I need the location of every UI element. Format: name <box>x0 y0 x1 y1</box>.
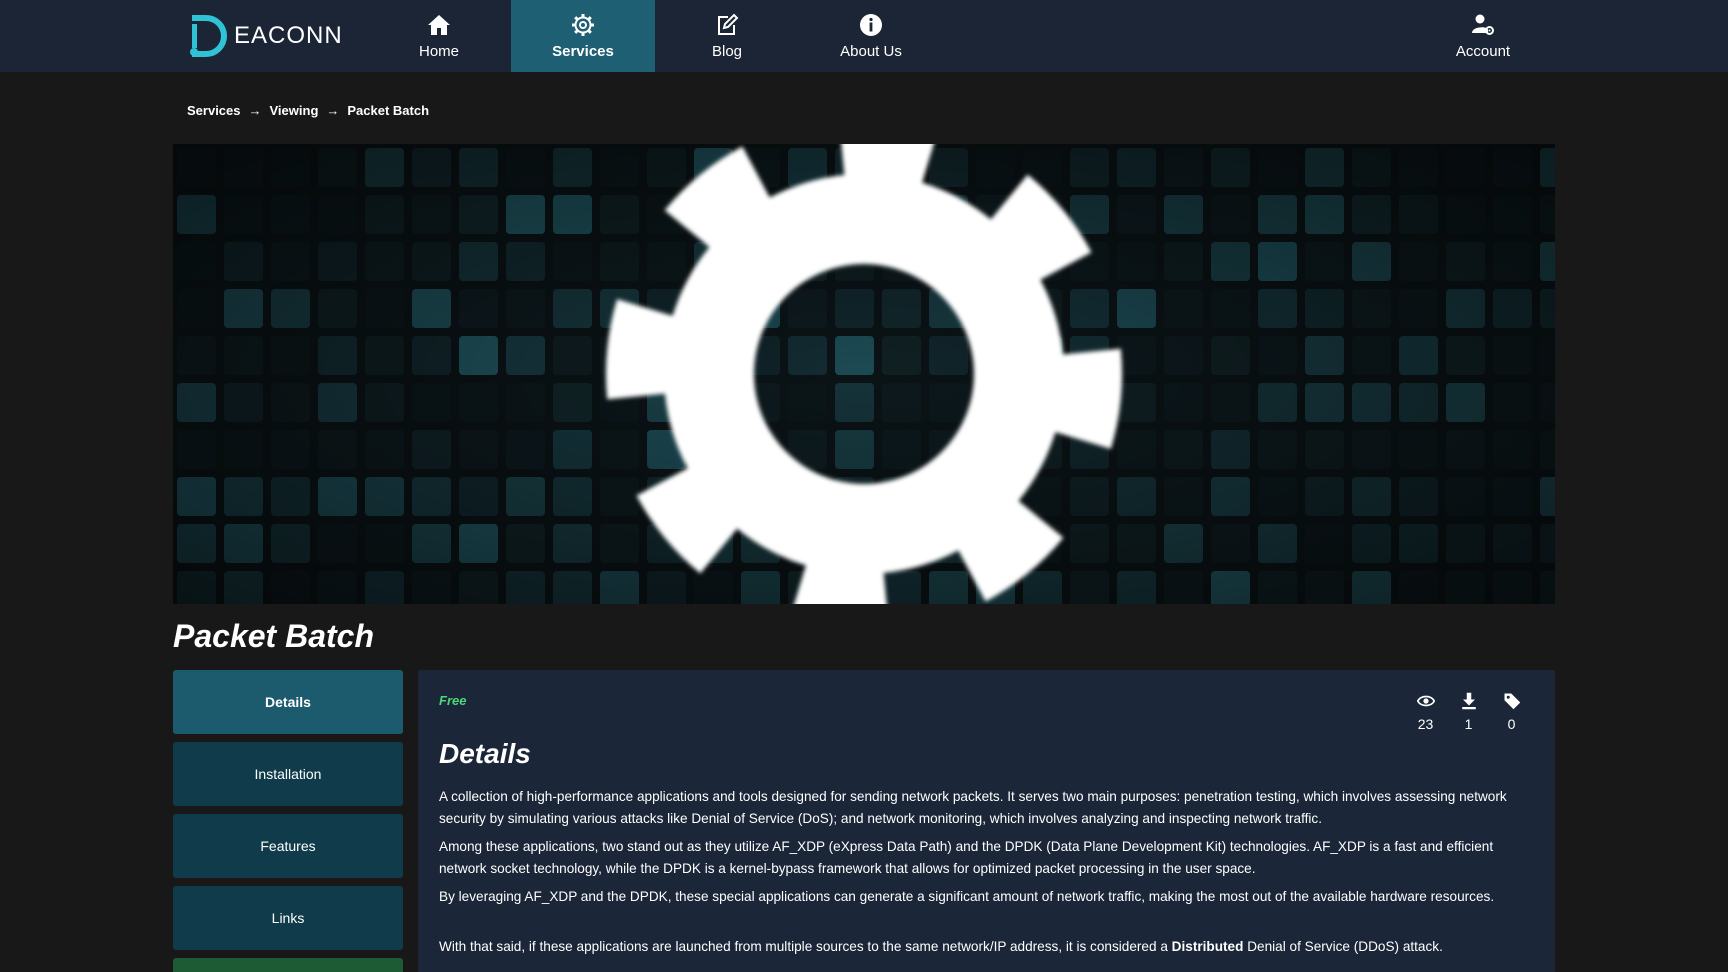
sidebar-links-button[interactable]: Links <box>173 886 403 950</box>
nav-account[interactable]: Account <box>1411 0 1555 72</box>
price-badge: Free <box>439 693 467 708</box>
logo-text: EACONN <box>234 22 343 49</box>
para4-after: Denial of Service (DDoS) attack. <box>1243 939 1443 954</box>
nav-account-label: Account <box>1455 42 1511 60</box>
nav-blog-label: Blog <box>711 42 743 60</box>
sidebar-download-button[interactable] <box>173 958 403 972</box>
views-count: 23 <box>1417 716 1434 732</box>
nav-home[interactable]: Home <box>367 0 511 72</box>
logo-icon <box>190 15 227 57</box>
top-navbar: EACONN Home Services Blog About Us Accou… <box>0 0 1728 72</box>
download-icon <box>1461 692 1476 710</box>
breadcrumb-separator: → <box>248 103 262 118</box>
nav-about[interactable]: About Us <box>799 0 943 72</box>
downloads-stat: 1 <box>1447 692 1490 732</box>
breadcrumb-viewing[interactable]: Viewing <box>270 103 319 118</box>
hero-gear-image <box>173 144 1555 604</box>
tag-icon <box>1504 693 1520 710</box>
downloads-count: 1 <box>1464 716 1473 732</box>
details-paragraph-2: Among these applications, two stand out … <box>439 839 1494 876</box>
page-title: Packet Batch <box>173 618 374 654</box>
nav-about-label: About Us <box>840 42 902 60</box>
nav-services-label: Services <box>552 42 614 60</box>
breadcrumb-services[interactable]: Services <box>187 103 241 118</box>
breadcrumb-separator: → <box>326 103 340 118</box>
hero-banner <box>173 144 1555 604</box>
views-stat: 23 <box>1404 692 1447 732</box>
details-paragraph-1: A collection of high-performance applica… <box>439 789 1507 826</box>
details-heading: Details <box>439 738 531 769</box>
breadcrumb-current: Packet Batch <box>347 103 430 118</box>
tags-stat: 0 <box>1490 692 1533 732</box>
breadcrumb: Services → Viewing → Packet Batch <box>187 103 429 118</box>
sidebar-installation-button[interactable]: Installation <box>173 742 403 806</box>
info-icon <box>860 13 882 36</box>
details-paragraph-3: By leveraging AF_XDP and the DPDK, these… <box>439 889 1495 904</box>
gear-icon <box>572 13 594 36</box>
tags-count: 0 <box>1507 716 1516 732</box>
para4-before: With that said, if these applications ar… <box>439 939 1172 954</box>
eye-icon <box>1416 695 1435 707</box>
details-paragraph-4: With that said, if these applications ar… <box>439 936 1539 958</box>
nav-blog[interactable]: Blog <box>655 0 799 72</box>
site-logo[interactable]: EACONN <box>186 12 343 60</box>
edit-icon <box>718 13 739 35</box>
sidebar-features-button[interactable]: Features <box>173 814 403 878</box>
stats-bar: 23 1 0 <box>1404 692 1533 732</box>
nav-home-label: Home <box>418 42 459 60</box>
para4-bold: Distributed <box>1171 939 1244 954</box>
sidebar-details-button[interactable]: Details <box>173 670 403 734</box>
home-icon <box>428 14 450 35</box>
user-gear-icon <box>1472 14 1494 35</box>
details-panel: Free 23 1 0 Details A collection of high… <box>418 670 1555 972</box>
nav-services[interactable]: Services <box>511 0 655 72</box>
